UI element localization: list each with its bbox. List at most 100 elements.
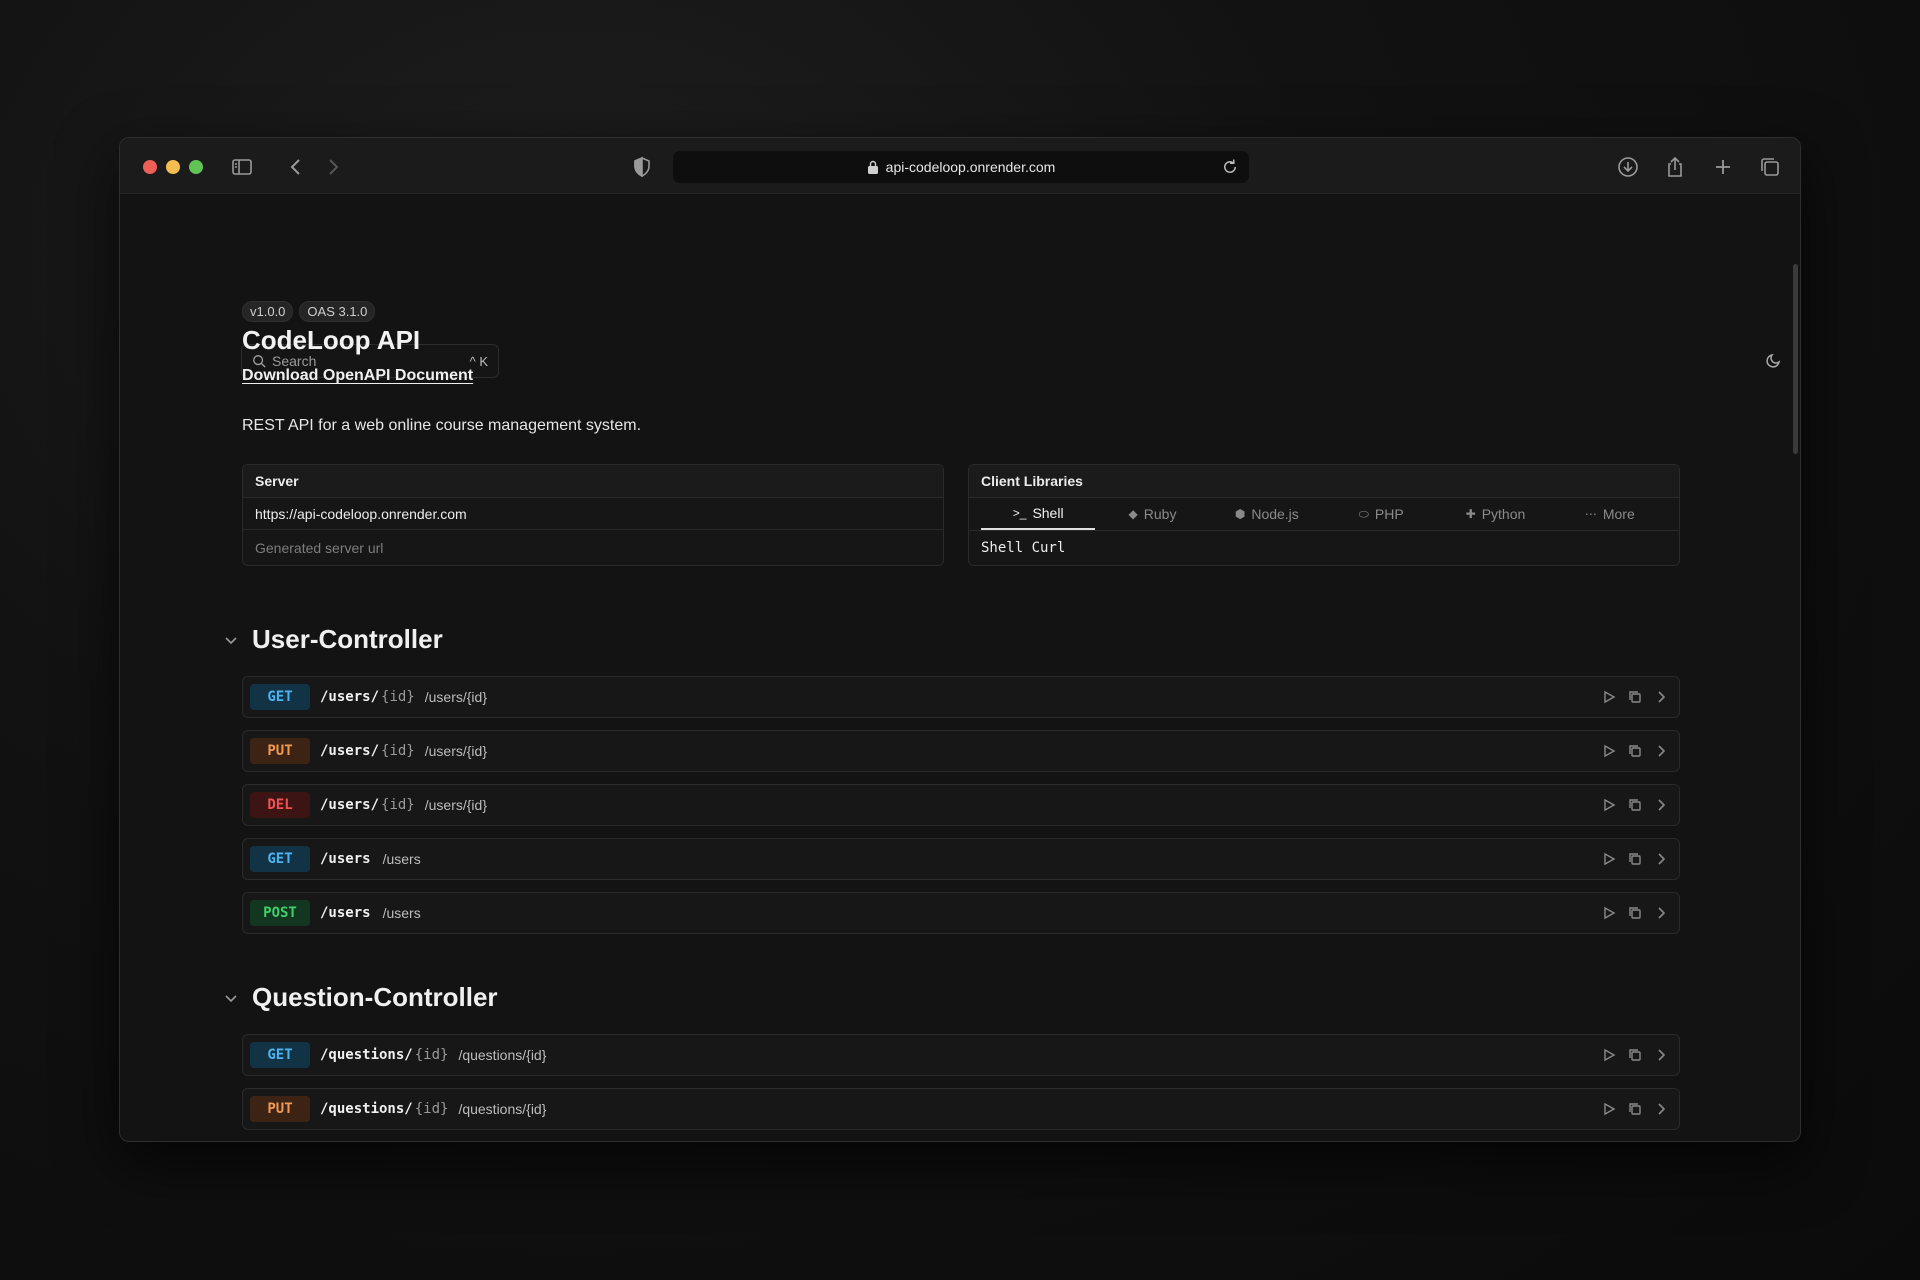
section-header-question-controller[interactable]: Question-Controller	[222, 982, 498, 1013]
chevron-right-icon[interactable]	[1653, 1047, 1669, 1063]
chevron-right-icon[interactable]	[1653, 851, 1669, 867]
endpoint-row[interactable]: GET /users/ {id} /users/{id}	[242, 676, 1680, 718]
client-libraries-heading: Client Libraries	[969, 465, 1679, 498]
tab-label: Shell	[1032, 505, 1064, 521]
endpoint-row[interactable]: PUT /questions/ {id} /questions/{id}	[242, 1088, 1680, 1130]
close-window-button[interactable]	[143, 160, 157, 174]
copy-icon[interactable]	[1627, 689, 1643, 705]
share-icon[interactable]	[1663, 155, 1687, 179]
play-icon[interactable]	[1601, 743, 1617, 759]
endpoint-list-user-controller: GET /users/ {id} /users/{id} PUT /users/…	[242, 676, 1680, 946]
endpoint-summary: /users/{id}	[424, 743, 487, 759]
play-icon[interactable]	[1601, 689, 1617, 705]
ruby-icon: ◆	[1128, 507, 1138, 521]
tab-overview-icon[interactable]	[1758, 155, 1782, 179]
endpoint-path: /questions/	[320, 1101, 413, 1117]
nodejs-icon: ⬢	[1234, 507, 1246, 521]
endpoint-row[interactable]: DEL /users/ {id} /users/{id}	[242, 784, 1680, 826]
vertical-scrollbar[interactable]	[1793, 264, 1798, 454]
chevron-right-icon[interactable]	[1653, 689, 1669, 705]
privacy-shield-icon[interactable]	[630, 155, 654, 179]
new-tab-plus-icon[interactable]	[1711, 155, 1735, 179]
endpoint-summary: /users	[382, 905, 421, 921]
method-badge: POST	[250, 900, 310, 926]
play-icon[interactable]	[1601, 1047, 1617, 1063]
endpoint-summary: /users	[382, 851, 421, 867]
tab-label: Python	[1481, 506, 1526, 522]
tab-label: Node.js	[1251, 506, 1299, 522]
python-icon: ✚	[1465, 507, 1476, 521]
endpoint-param: {id}	[381, 743, 415, 759]
tab-more[interactable]: ⋯ More	[1553, 498, 1667, 530]
back-arrow-icon[interactable]	[284, 155, 308, 179]
endpoint-summary: /users/{id}	[424, 797, 487, 813]
endpoint-param: {id}	[381, 797, 415, 813]
selected-client[interactable]: Shell Curl	[969, 531, 1679, 565]
endpoint-path: /users	[320, 905, 371, 921]
copy-icon[interactable]	[1627, 905, 1643, 921]
copy-icon[interactable]	[1627, 1101, 1643, 1117]
chevron-right-icon[interactable]	[1653, 1101, 1669, 1117]
tab-nodejs[interactable]: ⬢ Node.js	[1210, 498, 1324, 530]
forward-arrow-icon[interactable]	[321, 155, 345, 179]
endpoint-row[interactable]: GET /questions/ {id} /questions/{id}	[242, 1034, 1680, 1076]
endpoint-summary: /questions/{id}	[458, 1101, 547, 1117]
dark-mode-toggle-icon[interactable]	[1765, 351, 1783, 369]
reload-icon[interactable]	[1221, 158, 1239, 176]
sidebar-toggle-icon[interactable]	[230, 155, 254, 179]
play-icon[interactable]	[1601, 851, 1617, 867]
client-tabs: >_ Shell ◆ Ruby ⬢ Node.js ⬭ PHP ✚ Python…	[969, 498, 1679, 531]
terminal-icon: >_	[1012, 506, 1027, 520]
method-badge: GET	[250, 1042, 310, 1068]
endpoint-path: /users/	[320, 689, 380, 705]
copy-icon[interactable]	[1627, 797, 1643, 813]
endpoint-list-question-controller: GET /questions/ {id} /questions/{id} PUT…	[242, 1034, 1680, 1141]
address-bar[interactable]: api-codeloop.onrender.com	[673, 151, 1249, 183]
download-icon[interactable]	[1616, 155, 1640, 179]
zoom-window-button[interactable]	[189, 160, 203, 174]
endpoint-summary: /users/{id}	[424, 689, 487, 705]
method-badge: PUT	[250, 738, 310, 764]
section-header-user-controller[interactable]: User-Controller	[222, 624, 443, 655]
endpoint-row[interactable]: POST /users /users	[242, 892, 1680, 934]
copy-icon[interactable]	[1627, 743, 1643, 759]
search-icon	[252, 354, 266, 368]
tab-shell[interactable]: >_ Shell	[981, 498, 1096, 530]
browser-toolbar: api-codeloop.onrender.com	[120, 138, 1800, 194]
chevron-down-icon[interactable]	[222, 631, 240, 649]
server-url-select[interactable]: https://api-codeloop.onrender.com	[243, 498, 943, 530]
tab-ruby[interactable]: ◆ Ruby	[1095, 498, 1209, 530]
play-icon[interactable]	[1601, 905, 1617, 921]
play-icon[interactable]	[1601, 1101, 1617, 1117]
endpoint-path: /users/	[320, 743, 380, 759]
copy-icon[interactable]	[1627, 1047, 1643, 1063]
more-icon: ⋯	[1584, 507, 1597, 521]
chevron-right-icon[interactable]	[1653, 797, 1669, 813]
chevron-right-icon[interactable]	[1653, 905, 1669, 921]
endpoint-path: /users	[320, 851, 371, 867]
endpoint-path: /questions/	[320, 1047, 413, 1063]
endpoint-path: /users/	[320, 797, 380, 813]
method-badge: GET	[250, 684, 310, 710]
api-title: CodeLoop API	[242, 325, 421, 355]
lock-icon	[867, 160, 879, 174]
tab-python[interactable]: ✚ Python	[1438, 498, 1552, 530]
server-description: Generated server url	[255, 539, 384, 556]
download-openapi-link[interactable]: Download OpenAPI Document	[242, 367, 473, 385]
endpoint-row[interactable]: GET /users /users	[242, 838, 1680, 880]
method-badge: DEL	[250, 792, 310, 818]
endpoint-param: {id}	[414, 1101, 449, 1117]
endpoint-summary: /questions/{id}	[458, 1047, 547, 1063]
endpoint-row[interactable]: PUT /users/ {id} /users/{id}	[242, 730, 1680, 772]
oas-badge: OAS 3.1.0	[299, 301, 376, 322]
tab-php[interactable]: ⬭ PHP	[1324, 498, 1438, 530]
play-icon[interactable]	[1601, 797, 1617, 813]
minimize-window-button[interactable]	[166, 160, 180, 174]
url-text: api-codeloop.onrender.com	[885, 159, 1056, 175]
endpoint-param: {id}	[381, 689, 415, 705]
php-icon: ⬭	[1358, 506, 1369, 521]
method-badge: PUT	[250, 1096, 310, 1122]
copy-icon[interactable]	[1627, 851, 1643, 867]
chevron-right-icon[interactable]	[1653, 743, 1669, 759]
chevron-down-icon[interactable]	[222, 989, 240, 1007]
